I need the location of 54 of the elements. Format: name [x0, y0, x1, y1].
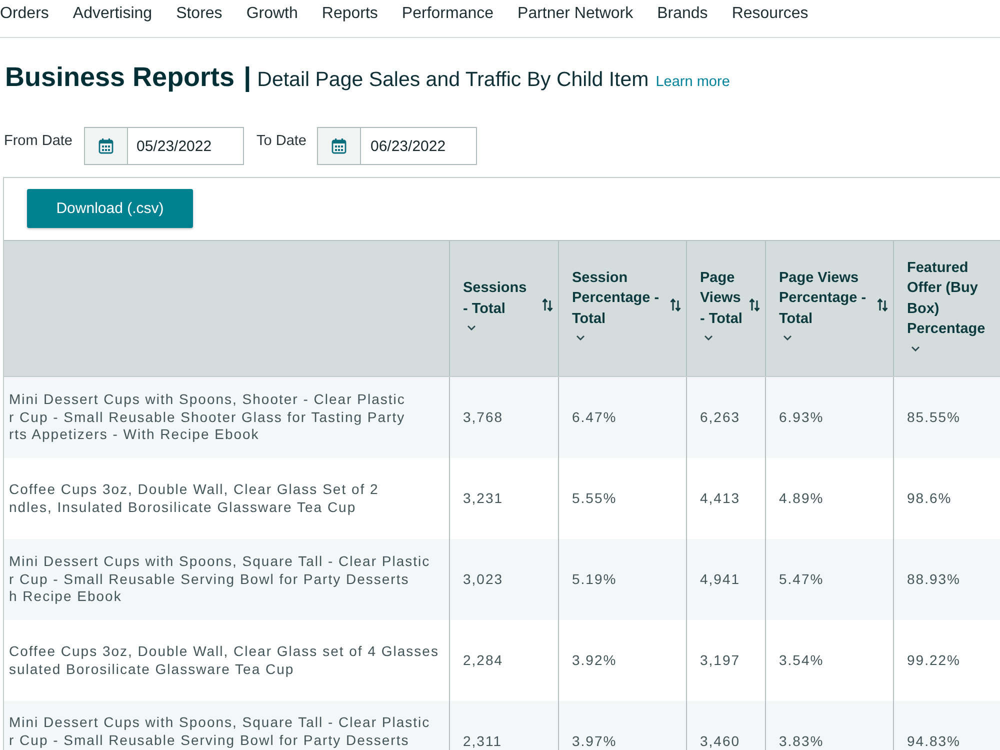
date-field[interactable]: 06/23/2022 — [361, 127, 478, 165]
nav-link[interactable]: Partner Network — [518, 4, 634, 24]
nav-link[interactable]: Stores — [176, 4, 222, 24]
table-cell: 6.93% — [765, 377, 893, 458]
column-header[interactable]: Session Percentage - Total — [558, 241, 686, 376]
table-cell: 3,768 — [449, 377, 558, 458]
chevron-down-icon[interactable] — [911, 346, 920, 352]
nav-link[interactable]: Performance — [402, 4, 494, 24]
table-cell: 3,460 — [686, 701, 765, 750]
sort-icon[interactable] — [877, 298, 888, 312]
table-cell: 3.97% — [558, 701, 686, 750]
table-cell: 94.83% — [893, 701, 1000, 750]
chevron-down-icon[interactable] — [783, 335, 792, 342]
sort-icon[interactable] — [670, 298, 681, 312]
product-name: Mini Dessert Cups with Spoons, Square Tall - Clear Plastic r Cup - Small Reusable Serving Bowl for Party Desserts — [4, 701, 449, 750]
nav-link[interactable]: Brands — [657, 4, 708, 24]
calendar-button[interactable] — [84, 127, 128, 165]
product-name: Mini Dessert Cups with Spoons, Shooter - Clear Plastic r Cup - Small Reusable Shooter Glass for Tasting Party rts Appetizers - With Recipe Ebook — [4, 377, 449, 458]
table-cell: 85.55% — [893, 377, 1000, 458]
title-separator: | — [244, 61, 252, 93]
column-header[interactable]: Featured Offer (Buy Box) Percentage — [893, 241, 1000, 376]
table-cell: 5.47% — [765, 539, 893, 620]
nav-link[interactable]: Orders — [0, 4, 49, 24]
download-button[interactable]: Download (.csv) — [27, 189, 193, 228]
table-cell: 4,941 — [686, 539, 765, 620]
nav-link[interactable]: Advertising — [72, 4, 152, 24]
table-cell: 3,023 — [449, 539, 558, 620]
page-title: Business Reports — [5, 61, 235, 93]
calendar-icon — [331, 138, 348, 154]
nav-link[interactable]: Growth — [246, 4, 298, 24]
table-cell: 88.93% — [893, 539, 1000, 620]
nav-link[interactable]: Reports — [322, 4, 378, 24]
table-cell: 6,263 — [686, 377, 765, 458]
nav-link[interactable]: Resources — [732, 4, 808, 24]
calendar-button[interactable] — [317, 127, 362, 165]
column-header[interactable]: Sessions - Total — [449, 241, 558, 376]
table-cell: 3.83% — [765, 701, 893, 750]
column-header[interactable]: Page Views - Total — [686, 241, 765, 376]
column-header[interactable]: Page Views Percentage - Total — [765, 241, 893, 376]
sort-icon[interactable] — [749, 298, 760, 312]
table-cell: 2,311 — [449, 701, 558, 750]
page-subtitle: Detail Page Sales and Traffic By Child Item — [257, 67, 649, 93]
date-field[interactable]: 05/23/2022 — [128, 127, 244, 165]
product-name: Mini Dessert Cups with Spoons, Square Tall - Clear Plastic r Cup - Small Reusable Serving Bowl for Party Desserts h Recipe Ebook — [4, 539, 449, 620]
chevron-down-icon[interactable] — [576, 335, 585, 342]
calendar-icon — [98, 138, 114, 154]
date-label: To Date — [256, 132, 306, 151]
table-cell: 5.19% — [558, 539, 686, 620]
sort-icon[interactable] — [542, 298, 553, 312]
chevron-down-icon[interactable] — [467, 325, 476, 331]
table-cell: 6.47% — [558, 377, 686, 458]
learn-more-link[interactable]: Learn more — [656, 72, 730, 92]
chevron-down-icon[interactable] — [704, 335, 713, 342]
date-label: From Date — [4, 132, 72, 151]
